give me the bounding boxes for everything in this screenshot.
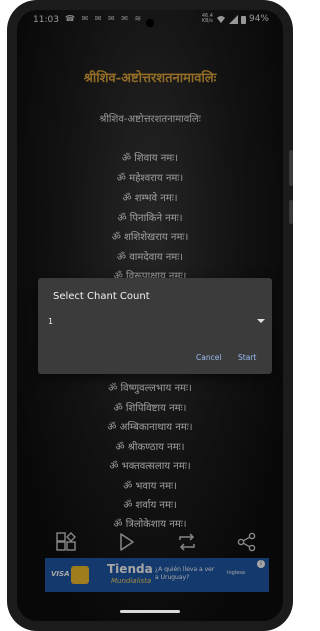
chant-count-select[interactable]: 1 (47, 314, 265, 332)
home-indicator[interactable] (120, 610, 180, 613)
volume-button (289, 150, 293, 186)
cancel-button[interactable]: Cancel (196, 353, 221, 362)
power-button (289, 200, 293, 224)
phone-frame: 11:03 ☎ ✉ ✉ ✉ ✉ ≋ 46.4 KB/s 94% श्रीशिव-… (7, 0, 293, 631)
dialog-title: Select Chant Count (53, 291, 150, 302)
chant-count-dialog: Select Chant Count 1 Cancel Start (38, 278, 272, 374)
dropdown-arrow-icon (257, 319, 265, 323)
start-button[interactable]: Start (238, 353, 256, 362)
chant-count-value: 1 (48, 317, 54, 326)
app-screen: 11:03 ☎ ✉ ✉ ✉ ✉ ≋ 46.4 KB/s 94% श्रीशिव-… (17, 10, 283, 621)
